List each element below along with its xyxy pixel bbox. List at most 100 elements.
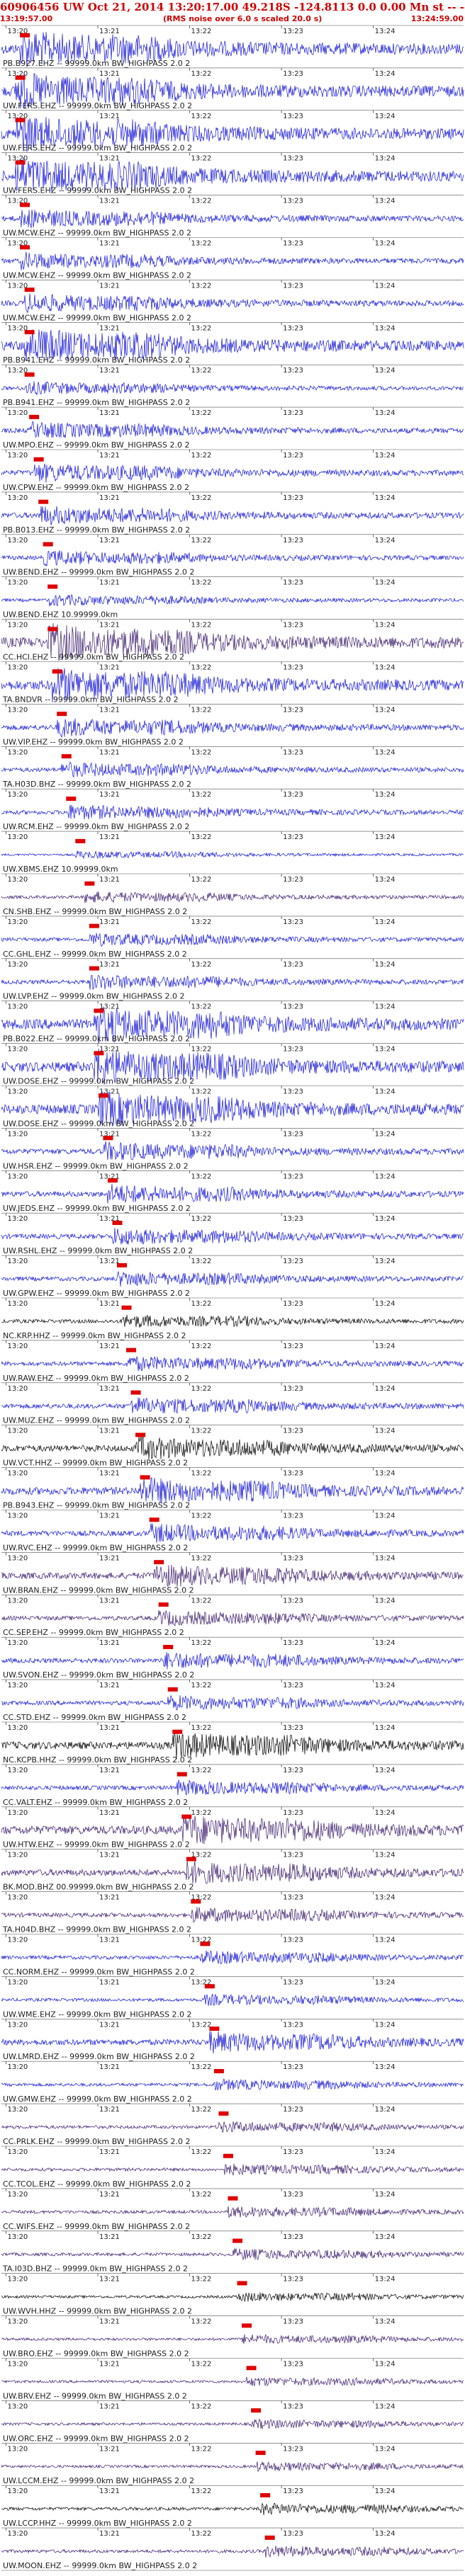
time-tick-label: 13:22 (191, 1300, 212, 1308)
time-tick-label: 13:23 (283, 1173, 303, 1180)
time-tick-label: 13:23 (283, 113, 303, 120)
time-tick-label: 13:21 (99, 1554, 120, 1562)
channel-label: UW.LCCM.EHZ -- 99999.0km BW_HIGHPASS 2.0… (3, 2476, 194, 2485)
time-tick-label: 13:20 (7, 409, 28, 417)
time-tick-label: 13:24 (375, 664, 396, 672)
time-tick-label: 13:24 (375, 2445, 396, 2453)
channel-label: CN.SHB.EHZ -- 99999.0km BW_HIGHPASS 2.0 … (3, 907, 187, 916)
pick-marker (172, 1729, 183, 1734)
time-tick-label: 13:24 (375, 240, 396, 248)
time-tick-label: 13:23 (283, 1682, 303, 1689)
time-tick-label: 13:22 (191, 2318, 212, 2326)
time-tick-label: 13:20 (7, 1978, 28, 1986)
pick-marker (33, 457, 44, 462)
time-tick-label: 13:23 (283, 876, 303, 884)
time-tick-label: 13:24 (375, 748, 396, 756)
time-tick-label: 13:23 (283, 2191, 303, 2199)
time-tick-label: 13:21 (99, 2276, 120, 2284)
time-tick-label: 13:21 (99, 494, 120, 502)
time-tick-label: 13:23 (283, 1427, 303, 1435)
time-tick-label: 13:23 (283, 579, 303, 587)
time-tick-label: 13:21 (99, 2063, 120, 2071)
channel-label: UW.LMRD.EHZ -- 99999.0km BW_HIGHPASS 2.0… (3, 2052, 195, 2061)
time-tick-label: 13:24 (375, 2106, 396, 2114)
time-tick-label: 13:20 (7, 961, 28, 969)
pick-marker (232, 2238, 242, 2243)
pick-marker (47, 584, 58, 589)
pick-marker (167, 1687, 178, 1692)
seismogram-plot: 13:20 13:21 13:22 13:23 13:24 PB.B927.EHZ -- … (1, 25, 464, 2571)
time-tick-label: 13:22 (191, 240, 212, 248)
time-tick-label: 13:20 (7, 1852, 28, 1859)
time-tick-label: 13:21 (99, 409, 120, 417)
time-tick-label: 13:24 (375, 2276, 396, 2284)
time-tick-label: 13:24 (375, 2021, 396, 2029)
time-tick-label: 13:20 (7, 2233, 28, 2241)
time-tick-label: 13:24 (375, 1343, 396, 1350)
time-tick-label: 13:21 (99, 1512, 120, 1520)
pick-marker (84, 881, 95, 886)
time-tick-label: 13:21 (99, 1809, 120, 1817)
time-tick-label: 13:23 (283, 1343, 303, 1350)
pick-marker (52, 669, 62, 674)
time-tick-label: 13:20 (7, 1003, 28, 1011)
time-tick-label: 13:21 (99, 2318, 120, 2326)
time-tick-label: 13:23 (283, 2063, 303, 2071)
time-tick-label: 13:23 (283, 2233, 303, 2241)
time-tick-label: 13:21 (99, 1724, 120, 1732)
waveform-trace (1, 2376, 464, 2387)
time-tick-label: 13:23 (283, 791, 303, 799)
channel-label: UW.MCW.EHZ -- 99999.0km BW_HIGHPASS 2.0 … (3, 229, 191, 238)
time-tick-label: 13:24 (375, 1215, 396, 1223)
time-tick-label: 13:23 (283, 1300, 303, 1308)
time-tick-label: 13:21 (99, 2445, 120, 2453)
time-tick-label: 13:20 (7, 918, 28, 926)
pick-marker (43, 542, 53, 547)
waveform-trace (1, 2121, 464, 2133)
waveform-trace (1, 761, 464, 778)
time-tick-label: 13:22 (191, 918, 212, 926)
channel-label: UW.BRV.EHZ -- 99999.0km BW_HIGHPASS 2.0 … (3, 2391, 187, 2400)
time-tick-label: 13:24 (375, 1385, 396, 1393)
waveform-trace (1, 1184, 464, 1204)
channel-label: UW.BRO.EHZ -- 99999.0km BW_HIGHPASS 2.0 … (3, 2349, 189, 2359)
time-tick-label: 13:20 (7, 2487, 28, 2495)
waveform-trace (1, 891, 464, 904)
time-tick-label: 13:23 (283, 2530, 303, 2538)
time-tick-label: 13:23 (283, 1639, 303, 1647)
pick-marker (163, 1644, 174, 1649)
channel-label: UW.CPW.EHZ -- 99999.0km BW_HIGHPASS 2.0 … (3, 483, 189, 492)
channel-label: PB.B943.EHZ -- 99999.0km BW_HIGHPASS 2.0… (3, 1501, 190, 1510)
channel-label: TA.H03D.BHZ -- 99999.0km BW_HIGHPASS 2.0… (2, 780, 191, 789)
waveform-trace (1, 1652, 464, 1670)
time-tick-label: 13:23 (283, 1767, 303, 1774)
time-tick-label: 13:21 (99, 706, 120, 714)
time-tick-label: 13:20 (7, 2148, 28, 2156)
channel-label: PB.B927.EHZ -- 99999.0km BW_HIGHPASS 2.0… (3, 59, 190, 68)
time-tick-label: 13:24 (375, 1003, 396, 1011)
time-tick-label: 13:20 (7, 1639, 28, 1647)
time-tick-label: 13:22 (191, 2530, 212, 2538)
time-tick-label: 13:20 (7, 1767, 28, 1774)
channel-label: UW.RAW.EHZ -- 99999.0km BW_HIGHPASS 2.0 … (3, 1374, 189, 1383)
waveform-trace (1, 933, 464, 947)
pick-marker (112, 1220, 123, 1225)
time-tick-label: 13:23 (283, 1724, 303, 1732)
time-tick-label: 13:24 (375, 791, 396, 799)
channel-label: UW.JEDS.EHZ -- 99999.0km BW_HIGHPASS 2.0… (3, 1204, 191, 1213)
pick-marker (177, 1772, 187, 1777)
time-tick-label: 13:23 (283, 28, 303, 35)
time-tick-label: 13:21 (99, 113, 120, 120)
time-tick-label: 13:21 (99, 198, 120, 205)
waveform-trace (1, 2292, 464, 2303)
time-tick-label: 13:22 (191, 324, 212, 332)
time-tick-label: 13:20 (7, 1470, 28, 1478)
time-tick-label: 13:23 (283, 282, 303, 290)
pick-marker (24, 372, 35, 377)
time-tick-label: 13:20 (7, 1343, 28, 1350)
time-tick-label: 13:24 (375, 2148, 396, 2156)
time-tick-label: 13:20 (7, 2318, 28, 2326)
time-tick-label: 13:20 (7, 791, 28, 799)
pick-marker (223, 2153, 233, 2158)
time-tick-label: 13:20 (7, 2106, 28, 2114)
